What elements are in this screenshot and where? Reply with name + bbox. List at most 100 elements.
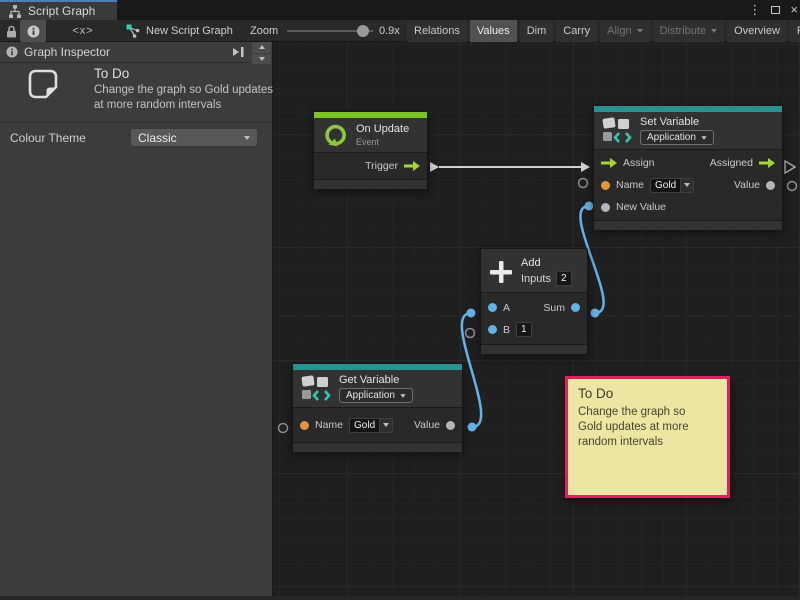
port-add-a-in[interactable] (467, 309, 476, 318)
name-port-dot[interactable] (601, 181, 610, 190)
node-set-variable[interactable]: Set Variable Application Assign Assigned (593, 105, 783, 230)
close-icon[interactable]: × (790, 0, 798, 20)
lock-button[interactable] (2, 20, 20, 42)
new-value-port-dot[interactable] (601, 203, 610, 212)
inputs-row: Inputs 2 (521, 271, 572, 286)
lock-icon (6, 25, 17, 38)
port-get-variable-name-in[interactable] (279, 424, 288, 433)
sticky-note[interactable]: To Do Change the graph so Gold updates a… (565, 376, 730, 498)
b-port-label: B (503, 324, 510, 336)
b-port-dot[interactable] (488, 325, 497, 334)
node-footer (594, 221, 782, 230)
graph-canvas[interactable]: On Update Event Trigger (273, 42, 800, 600)
node-add[interactable]: Add Inputs 2 A Sum B (480, 248, 588, 355)
exec-wire-source-arrow[interactable] (430, 162, 439, 172)
exec-wire-head-arrow[interactable] (581, 162, 590, 172)
trigger-port-label: Trigger (365, 160, 398, 172)
dock-panel-icon[interactable] (231, 46, 245, 58)
port-set-variable-assigned-out[interactable] (785, 161, 795, 173)
sticky-note-icon (26, 67, 60, 101)
inputs-count-field[interactable]: 2 (556, 271, 572, 286)
distribute-button: Distribute (653, 20, 724, 42)
b-value-field[interactable]: 1 (516, 322, 532, 337)
carry-label: Carry (563, 20, 590, 42)
inspector-toggle-button[interactable] (20, 20, 46, 42)
dropdown-arrow-icon (684, 183, 690, 187)
dropdown-arrow-icon (244, 136, 250, 140)
sticky-note-title: To Do (578, 386, 717, 401)
fullscreen-button[interactable]: Full S (790, 20, 800, 42)
overview-button[interactable]: Overview (727, 20, 787, 42)
title-bar: Script Graph ⋮ × (0, 0, 800, 20)
sticky-note-body: Change the graph so Gold updates at more… (578, 405, 702, 450)
toolbar-buttons: Relations Values Dim Carry Align Distrib… (407, 20, 800, 42)
inspector-note-title: To Do (94, 66, 129, 81)
scroll-down-button[interactable] (252, 54, 271, 65)
port-row-new-value: New Value (594, 196, 782, 218)
exec-out-arrow-icon[interactable] (404, 161, 420, 171)
node-header[interactable]: Add Inputs 2 (481, 249, 587, 292)
scroll-up-button[interactable] (252, 42, 271, 53)
value-port-label: Value (414, 419, 440, 431)
node-title: Set Variable (640, 116, 714, 128)
exec-in-arrow-icon[interactable] (601, 158, 617, 168)
node-header[interactable]: On Update Event (314, 118, 427, 152)
window-controls: ⋮ × (748, 0, 798, 20)
a-port-dot[interactable] (488, 303, 497, 312)
graph-tab-icon (8, 5, 22, 18)
panel-scroll-widget (252, 42, 271, 64)
port-set-variable-value-out[interactable] (788, 182, 797, 191)
toolbar: <x> New Script Graph Zoom 0.9x Relations… (0, 20, 800, 42)
dropdown-arrow-icon (400, 394, 405, 397)
node-get-variable[interactable]: Get Variable Application Name Gold (292, 363, 463, 453)
menu-kebab-icon[interactable]: ⋮ (748, 0, 761, 20)
align-label: Align (607, 20, 631, 42)
distribute-label: Distribute (660, 20, 706, 42)
name-port-dot[interactable] (300, 421, 309, 430)
sum-port-dot[interactable] (571, 303, 580, 312)
relations-label: Relations (414, 20, 460, 42)
value-port-dot[interactable] (766, 181, 775, 190)
port-add-b-in[interactable] (466, 329, 475, 338)
value-port-dot[interactable] (446, 421, 455, 430)
graph-inspector-header[interactable]: Graph Inspector (0, 42, 251, 63)
node-footer (314, 180, 427, 189)
dropdown-tab[interactable] (680, 178, 694, 193)
dim-label: Dim (527, 20, 547, 42)
node-on-update[interactable]: On Update Event Trigger (313, 111, 428, 190)
node-header[interactable]: Get Variable Application (293, 370, 462, 407)
node-ports: A Sum B 1 (481, 292, 587, 345)
dropdown-tab[interactable] (379, 418, 393, 433)
script-graph-icon (126, 24, 140, 38)
value-wire-gold-to-a[interactable] (462, 313, 481, 427)
node-ports: Name Gold Value (293, 407, 462, 443)
scope-value: Application (647, 132, 696, 143)
port-set-variable-name-in[interactable] (579, 179, 588, 188)
port-row-name-value: Name Gold Value (293, 414, 462, 436)
node-subtitle: Event (356, 137, 409, 147)
zoom-slider[interactable] (287, 20, 373, 42)
values-button[interactable]: Values (470, 20, 517, 42)
node-header[interactable]: Set Variable Application (594, 112, 782, 149)
port-row-trigger: Trigger (314, 155, 427, 177)
dropdown-arrow-icon (711, 29, 717, 33)
variable-name-dropdown[interactable]: Gold (349, 418, 393, 433)
code-preview-button[interactable]: <x> (66, 20, 100, 42)
maximize-icon[interactable] (771, 6, 780, 14)
window-bottom-edge (0, 596, 800, 600)
variable-scope-dropdown[interactable]: Application (640, 130, 714, 145)
port-add-sum-out[interactable] (591, 309, 600, 318)
variable-name-dropdown[interactable]: Gold (650, 178, 694, 193)
variable-name-value: Gold (650, 178, 680, 193)
new-script-graph-button[interactable]: New Script Graph (126, 20, 233, 42)
dim-button[interactable]: Dim (520, 20, 554, 42)
tab-script-graph[interactable]: Script Graph (0, 0, 117, 20)
node-ports: Assign Assigned Name Gold Value (594, 149, 782, 221)
colour-theme-dropdown[interactable]: Classic (130, 128, 258, 147)
variable-scope-dropdown[interactable]: Application (339, 388, 413, 403)
relations-button[interactable]: Relations (407, 20, 467, 42)
zoom-slider-handle[interactable] (357, 25, 369, 37)
carry-button[interactable]: Carry (556, 20, 597, 42)
exec-out-arrow-icon[interactable] (759, 158, 775, 168)
port-get-variable-value-out[interactable] (468, 423, 477, 432)
